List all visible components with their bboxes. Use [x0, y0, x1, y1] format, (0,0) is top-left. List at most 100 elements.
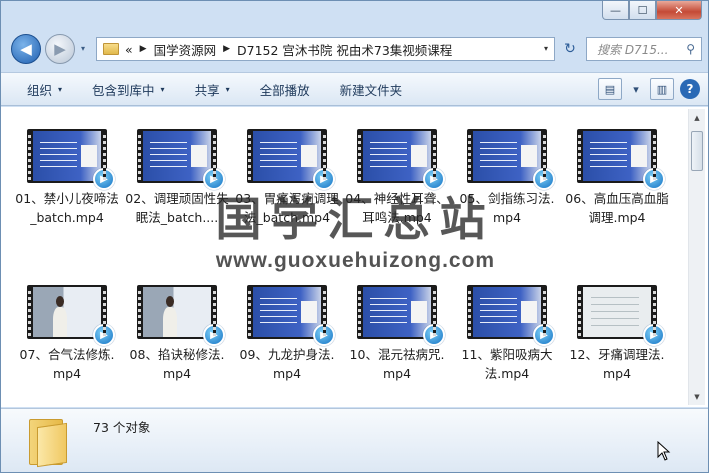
- view-options-button[interactable]: ▾: [624, 78, 648, 100]
- thumbnail-frame: [253, 131, 321, 181]
- change-view-button[interactable]: ▤: [598, 78, 622, 100]
- breadcrumb-item-current[interactable]: D7152 宫沐书院 祝由术73集视频课程: [237, 40, 452, 59]
- file-item[interactable]: ▶ 09、九龙护身法.mp4: [235, 285, 339, 383]
- file-item[interactable]: ▶ 04、神经性耳聋、耳鸣法.mp4: [345, 129, 449, 227]
- thumbnail-frame: [473, 287, 541, 337]
- scroll-down-icon[interactable]: ▼: [689, 388, 705, 405]
- video-thumbnail[interactable]: ▶: [577, 129, 665, 190]
- help-button[interactable]: ?: [680, 79, 700, 99]
- video-thumbnail[interactable]: ▶: [137, 285, 225, 346]
- file-name: 09、九龙护身法.mp4: [239, 347, 335, 381]
- video-thumbnail[interactable]: ▶: [27, 129, 115, 190]
- play-all-button[interactable]: 全部播放: [245, 80, 325, 99]
- video-thumbnail[interactable]: ▶: [467, 129, 555, 190]
- file-item[interactable]: ▶ 07、合气法修炼.mp4: [15, 285, 119, 383]
- video-thumbnail[interactable]: ▶: [577, 285, 665, 346]
- refresh-button[interactable]: ↻: [557, 37, 583, 61]
- file-item[interactable]: ▶ 05、剑指练习法.mp4: [455, 129, 559, 227]
- file-item[interactable]: ▶ 06、高血压高血脂调理.mp4: [565, 129, 669, 227]
- organize-button[interactable]: 组织 ▾: [1, 80, 77, 99]
- video-thumbnail[interactable]: ▶: [137, 129, 225, 190]
- preview-pane-icon: ▥: [656, 82, 668, 96]
- back-button[interactable]: ◀: [11, 34, 41, 64]
- forward-button[interactable]: ▶: [45, 34, 75, 64]
- search-input[interactable]: 搜索 D715... ⚲: [586, 37, 702, 61]
- file-name: 07、合气法修炼.mp4: [19, 347, 115, 381]
- media-player-icon: ▶: [423, 324, 445, 346]
- video-thumbnail[interactable]: ▶: [357, 285, 445, 346]
- arrow-right-icon: ▶: [54, 40, 66, 58]
- scrollbar-thumb[interactable]: [691, 131, 703, 171]
- thumbnail-frame: [33, 131, 101, 181]
- folder-icon: [103, 43, 119, 55]
- file-name: 06、高血压高血脂调理.mp4: [565, 191, 669, 225]
- media-player-icon: ▶: [313, 168, 335, 190]
- thumbnail-frame: [363, 287, 431, 337]
- file-name: 03、胃痛泻痢调理法_batch.mp4: [235, 191, 339, 225]
- thumbnail-frame: [473, 131, 541, 181]
- media-player-icon: ▶: [313, 324, 335, 346]
- file-item[interactable]: ▶ 03、胃痛泻痢调理法_batch.mp4: [235, 129, 339, 227]
- file-list: ▶ 01、禁小儿夜啼法_batch.mp4 ▶ 02、调理顽固性失眠法_batch..…: [1, 107, 708, 407]
- media-player-icon: ▶: [93, 168, 115, 190]
- folder-icon: [29, 415, 69, 468]
- file-grid: ▶ 01、禁小儿夜啼法_batch.mp4 ▶ 02、调理顽固性失眠法_batch..…: [1, 107, 687, 407]
- include-in-library-label: 包含到库中: [92, 82, 155, 98]
- address-bar[interactable]: « ▶ 国学资源网 ▶ D7152 宫沐书院 祝由术73集视频课程 ▾: [96, 37, 555, 61]
- caption-buttons: — ☐ ✕: [602, 1, 702, 20]
- minimize-button[interactable]: —: [602, 1, 629, 20]
- file-item[interactable]: ▶ 02、调理顽固性失眠法_batch....: [125, 129, 229, 227]
- organize-label: 组织: [27, 82, 53, 98]
- thumbnail-frame: [253, 287, 321, 337]
- media-player-icon: ▶: [643, 168, 665, 190]
- thumbnail-frame: [33, 287, 101, 337]
- file-name: 04、神经性耳聋、耳鸣法.mp4: [345, 191, 449, 225]
- view-icon: ▤: [604, 82, 616, 96]
- share-label: 共享: [194, 82, 220, 98]
- video-thumbnail[interactable]: ▶: [27, 285, 115, 346]
- media-player-icon: ▶: [533, 324, 555, 346]
- media-player-icon: ▶: [203, 324, 225, 346]
- breadcrumb-separator-icon[interactable]: ▶: [223, 44, 230, 54]
- vertical-scrollbar[interactable]: ▲ ▼: [688, 109, 705, 405]
- scroll-up-icon[interactable]: ▲: [689, 109, 705, 126]
- mouse-cursor-icon: [657, 441, 671, 461]
- maximize-button[interactable]: ☐: [629, 1, 656, 20]
- include-in-library-button[interactable]: 包含到库中 ▾: [77, 80, 180, 99]
- thumbnail-frame: [583, 131, 651, 181]
- video-thumbnail[interactable]: ▶: [247, 129, 335, 190]
- file-name: 11、紫阳吸病大法.mp4: [461, 347, 553, 381]
- video-thumbnail[interactable]: ▶: [467, 285, 555, 346]
- file-name: 12、牙痛调理法.mp4: [569, 347, 665, 381]
- item-count: 73 个对象: [93, 420, 151, 435]
- breadcrumb-item-root[interactable]: 国学资源网: [154, 40, 217, 59]
- file-item[interactable]: ▶ 12、牙痛调理法.mp4: [565, 285, 669, 383]
- breadcrumb-overflow[interactable]: «: [125, 42, 133, 57]
- navigation-bar: ◀ ▶ ▾ « ▶ 国学资源网 ▶ D7152 宫沐书院 祝由术73集视频课程 …: [1, 29, 708, 69]
- video-thumbnail[interactable]: ▶: [357, 129, 445, 190]
- file-name: 10、混元祛病咒.mp4: [349, 347, 445, 381]
- file-item[interactable]: ▶ 08、掐诀秘修法.mp4: [125, 285, 229, 383]
- media-player-icon: ▶: [423, 168, 445, 190]
- share-button[interactable]: 共享 ▾: [180, 80, 245, 99]
- video-thumbnail[interactable]: ▶: [247, 285, 335, 346]
- thumbnail-frame: [583, 287, 651, 337]
- thumbnail-frame: [363, 131, 431, 181]
- thumbnail-frame: [143, 287, 211, 337]
- search-icon[interactable]: ⚲: [686, 42, 695, 56]
- media-player-icon: ▶: [533, 168, 555, 190]
- preview-pane-button[interactable]: ▥: [650, 78, 674, 100]
- address-dropdown-icon[interactable]: ▾: [544, 44, 548, 53]
- file-name: 01、禁小儿夜啼法_batch.mp4: [15, 191, 119, 225]
- file-item[interactable]: ▶ 11、紫阳吸病大法.mp4: [455, 285, 559, 383]
- recent-pages-button[interactable]: ▾: [81, 44, 85, 53]
- file-item[interactable]: ▶ 10、混元祛病咒.mp4: [345, 285, 449, 383]
- new-folder-button[interactable]: 新建文件夹: [325, 80, 418, 99]
- media-player-icon: ▶: [643, 324, 665, 346]
- breadcrumb-separator-icon[interactable]: ▶: [140, 44, 147, 54]
- search-placeholder: 搜索 D715...: [597, 42, 669, 57]
- file-item[interactable]: ▶ 01、禁小儿夜啼法_batch.mp4: [15, 129, 119, 227]
- close-button[interactable]: ✕: [656, 1, 702, 20]
- file-name: 02、调理顽固性失眠法_batch....: [125, 191, 229, 225]
- file-name: 08、掐诀秘修法.mp4: [129, 347, 225, 381]
